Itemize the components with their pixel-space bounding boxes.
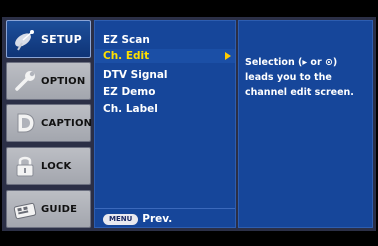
tab-label: LOCK xyxy=(41,160,72,172)
padlock-icon xyxy=(16,156,34,177)
menu-item-label: Ch. Label xyxy=(103,103,158,115)
tab-option[interactable]: OPTION xyxy=(6,62,91,100)
menu-item-label: DTV Signal xyxy=(103,69,168,81)
caption-d-icon xyxy=(17,113,35,133)
remote-control-icon xyxy=(13,202,37,220)
divider xyxy=(95,208,235,209)
tab-setup[interactable]: SETUP xyxy=(6,20,91,58)
prev-hint[interactable]: MENU Prev. xyxy=(103,212,172,226)
help-line: Selection (▸ or ⊙) xyxy=(245,57,338,68)
help-line: channel edit screen. xyxy=(245,87,354,98)
menu-tabs: SETUP OPTION CAPTION LOCK GUIDE xyxy=(6,20,93,228)
tv-osd-screen: SETUP OPTION CAPTION LOCK GUIDE EZ Scan … xyxy=(0,0,378,246)
tab-caption[interactable]: CAPTION xyxy=(6,104,93,142)
wrench-icon xyxy=(15,71,35,91)
help-panel: Selection (▸ or ⊙) leads you to the chan… xyxy=(238,20,373,228)
triangle-right-icon xyxy=(225,52,231,60)
menu-item-ch-edit[interactable]: Ch. Edit xyxy=(95,49,235,63)
menu-item-ez-demo[interactable]: EZ Demo xyxy=(103,85,233,99)
menu-item-ez-scan[interactable]: EZ Scan xyxy=(103,33,233,47)
menu-item-label: EZ Demo xyxy=(103,86,156,98)
menu-item-label: Ch. Edit xyxy=(103,50,150,62)
menu-key-badge: MENU xyxy=(103,213,139,225)
menu-item-label: EZ Scan xyxy=(103,34,150,46)
tab-label: OPTION xyxy=(41,75,86,87)
menu-item-ch-label[interactable]: Ch. Label xyxy=(103,102,233,116)
menu-item-dtv-signal[interactable]: DTV Signal xyxy=(103,68,233,82)
help-line: leads you to the xyxy=(245,72,332,83)
tab-guide[interactable]: GUIDE xyxy=(6,190,91,228)
satellite-dish-icon xyxy=(15,30,34,51)
tab-label: CAPTION xyxy=(41,117,93,129)
prev-label: Prev. xyxy=(142,213,173,225)
setup-menu-list: EZ Scan Ch. Edit DTV Signal EZ Demo Ch. … xyxy=(94,20,236,228)
tab-label: SETUP xyxy=(41,32,82,46)
tab-label: GUIDE xyxy=(41,203,78,215)
tab-lock[interactable]: LOCK xyxy=(6,147,91,185)
